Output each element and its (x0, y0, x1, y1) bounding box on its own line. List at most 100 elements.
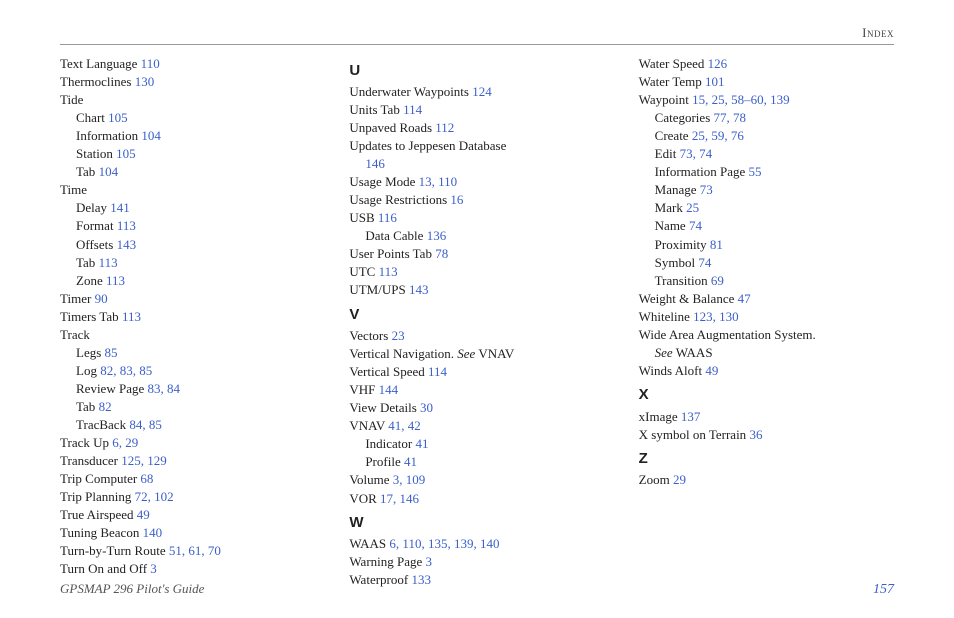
index-entry: Timer 90 (60, 290, 315, 308)
index-term: View Details (349, 400, 416, 415)
index-pages[interactable]: 113 (122, 309, 141, 324)
index-pages[interactable]: 116 (378, 210, 397, 225)
index-term: Format (76, 218, 114, 233)
index-pages[interactable]: 49 (137, 507, 150, 522)
index-pages[interactable]: 74 (689, 218, 702, 233)
index-pages[interactable]: 112 (435, 120, 454, 135)
index-pages[interactable]: 105 (108, 110, 128, 125)
index-pages[interactable]: 41, 42 (388, 418, 421, 433)
index-pages[interactable]: 113 (117, 218, 136, 233)
index-pages[interactable]: 124 (472, 84, 492, 99)
index-entry: 146 (349, 155, 604, 173)
index-pages[interactable]: 3 (426, 554, 433, 569)
index-pages[interactable]: 104 (141, 128, 161, 143)
index-pages[interactable]: 49 (705, 363, 718, 378)
index-pages[interactable]: 25, 59, 76 (692, 128, 744, 143)
index-pages[interactable]: 125, 129 (121, 453, 167, 468)
index-pages[interactable]: 144 (379, 382, 399, 397)
index-pages[interactable]: 29 (673, 472, 686, 487)
index-pages[interactable]: 17, 146 (380, 491, 419, 506)
index-pages[interactable]: 13, 110 (419, 174, 458, 189)
index-entry: Tuning Beacon 140 (60, 524, 315, 542)
index-entry: Tab 113 (60, 254, 315, 272)
index-pages[interactable]: 85 (105, 345, 118, 360)
index-pages[interactable]: 137 (681, 409, 701, 424)
index-entry: Winds Aloft 49 (639, 362, 894, 380)
index-entry: Weight & Balance 47 (639, 290, 894, 308)
index-pages[interactable]: 110 (141, 56, 160, 71)
index-pages[interactable]: 6, 110, 135, 139, 140 (389, 536, 499, 551)
section-letter: W (349, 513, 604, 533)
index-pages[interactable]: 15, 25, 58–60, 139 (692, 92, 790, 107)
index-pages[interactable]: 113 (106, 273, 125, 288)
index-pages[interactable]: 16 (450, 192, 463, 207)
index-pages[interactable]: 82, 83, 85 (100, 363, 152, 378)
index-entry: Zone 113 (60, 272, 315, 290)
index-entry: UTC 113 (349, 263, 604, 281)
index-pages[interactable]: 140 (143, 525, 163, 540)
index-entry: Log 82, 83, 85 (60, 362, 315, 380)
index-pages[interactable]: 143 (117, 237, 137, 252)
index-pages[interactable]: 36 (749, 427, 762, 442)
index-pages[interactable]: 101 (705, 74, 725, 89)
index-entry: Usage Mode 13, 110 (349, 173, 604, 191)
index-pages[interactable]: 90 (95, 291, 108, 306)
index-term: Time (60, 182, 87, 197)
index-pages[interactable]: 83, 84 (147, 381, 180, 396)
index-pages[interactable]: 81 (710, 237, 723, 252)
index-pages[interactable]: 47 (738, 291, 751, 306)
index-pages[interactable]: 68 (140, 471, 153, 486)
index-pages[interactable]: 72, 102 (135, 489, 174, 504)
index-pages[interactable]: 136 (427, 228, 447, 243)
index-term: Track Up (60, 435, 109, 450)
index-pages[interactable]: 77, 78 (714, 110, 747, 125)
index-term: Transition (655, 273, 708, 288)
index-pages[interactable]: 113 (379, 264, 398, 279)
index-pages[interactable]: 114 (428, 364, 447, 379)
index-pages[interactable]: 123, 130 (693, 309, 739, 324)
index-pages[interactable]: 126 (708, 56, 728, 71)
index-pages[interactable]: 25 (686, 200, 699, 215)
index-pages[interactable]: 55 (749, 164, 762, 179)
page-footer: GPSMAP 296 Pilot's Guide 157 (60, 580, 894, 600)
index-pages[interactable]: 6, 29 (112, 435, 138, 450)
index-pages[interactable]: 3, 109 (393, 472, 426, 487)
index-entry: Wide Area Augmentation System. (639, 326, 894, 344)
index-entry: Legs 85 (60, 344, 315, 362)
index-pages[interactable]: 104 (99, 164, 119, 179)
index-pages[interactable]: 30 (420, 400, 433, 415)
index-pages[interactable]: 69 (711, 273, 724, 288)
index-pages[interactable]: 41 (416, 436, 429, 451)
index-pages[interactable]: 146 (365, 156, 385, 171)
index-term: Timers Tab (60, 309, 119, 324)
index-pages[interactable]: 84, 85 (129, 417, 162, 432)
index-term: Turn On and Off (60, 561, 147, 576)
index-term: Review Page (76, 381, 144, 396)
index-pages[interactable]: 82 (99, 399, 112, 414)
index-pages[interactable]: 3 (150, 561, 157, 576)
index-entry: X symbol on Terrain 36 (639, 426, 894, 444)
index-entry: Track (60, 326, 315, 344)
index-see-ref: VNAV (478, 346, 514, 361)
index-pages[interactable]: 113 (99, 255, 118, 270)
index-pages[interactable]: 73 (700, 182, 713, 197)
index-pages[interactable]: 74 (698, 255, 711, 270)
index-term: Zone (76, 273, 103, 288)
index-pages[interactable]: 143 (409, 282, 429, 297)
index-pages[interactable]: 23 (392, 328, 405, 343)
index-pages[interactable]: 73, 74 (680, 146, 713, 161)
index-term: Transducer (60, 453, 118, 468)
index-pages[interactable]: 141 (110, 200, 130, 215)
index-pages[interactable]: 130 (135, 74, 155, 89)
index-entry: Mark 25 (639, 199, 894, 217)
index-pages[interactable]: 41 (404, 454, 417, 469)
index-pages[interactable]: 78 (435, 246, 448, 261)
index-entry: Data Cable 136 (349, 227, 604, 245)
index-pages[interactable]: 114 (403, 102, 422, 117)
index-pages[interactable]: 51, 61, 70 (169, 543, 221, 558)
index-term: Vertical Navigation. (349, 346, 454, 361)
index-term: Data Cable (365, 228, 423, 243)
index-column: UUnderwater Waypoints 124Units Tab 114Un… (349, 55, 604, 590)
index-pages[interactable]: 105 (116, 146, 136, 161)
index-term: Underwater Waypoints (349, 84, 469, 99)
